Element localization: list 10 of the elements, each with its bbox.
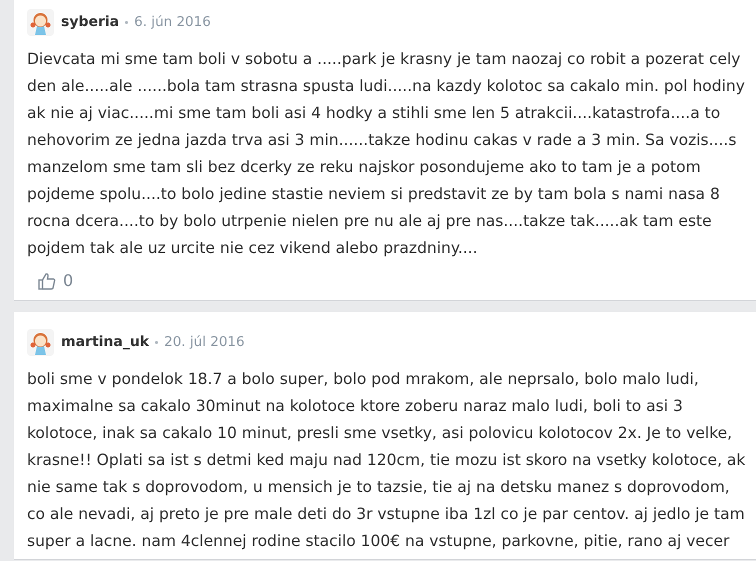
avatar-icon [27, 328, 54, 356]
like-count: 0 [63, 270, 74, 292]
thumbs-up-icon[interactable] [38, 272, 56, 290]
comment-text: boli sme v pondelok 18.7 a bolo super, bolo pod mrakom, ale neprsalo, bolo malo ludi, maximalne sa cakalo 30minut na kolotoce ktore zoberu naraz malo ludi, boli to asi 3 kolotoce, inak sa cakalo 10 minut, presli sme vsetky, asi polovicu kolotocov 2x. Je to velke, krasne!! Oplati sa ist s detmi ked maju nad 120cm, tie mozu ist skoro na vsetky kolotoce, ak nie same tak s doprovodom, u mensich je to tazsie, tie aj na detsku manez s doprovodom, co ale nevadi, aj preto je pre male deti do 3r vstupne iba 1zl co je par centov. aj jedlo je tam super a lacne. nam 4clennej rodine stacilo 100€ na vstupne, parkovne, pitie, rano aj vecer [27, 369, 746, 552]
comment-text: Dievcata mi sme tam boli v sobotu a .....park je krasny je tam naozaj co robit a pozerat cely den ale.....ale ......bola tam strasna spusta ludi.....na kazdy kolotoc sa cakalo min. pol hodiny ak nie aj viac.....mi sme tam boli asi 4 hodky a stihli sme len 5 atrakcii....katastrofa....a to nehovorim ze jedna jazda trva asi 3 min......takze hodinu cakas v rade a 3 min. Sa vozis....s manzelom sme tam sli bez dcerky ze reku najskor posondujeme ako to tam je a potom pojdeme spolu....to bolo jedine stastie neviem si predstavit ze by tam bola s nami nasa 8 rocna dcera....to by bolo utrpenie nielen pre nu ale aj pre nas....takze tak.....ak tam este pojdem tak ale uz urcite nie cez vikend alebo prazdniny.... [27, 49, 746, 259]
author-name[interactable]: martina_uk [61, 332, 150, 352]
comment-date: 20. júl 2016 [164, 332, 245, 352]
author-name[interactable]: syberia [61, 12, 120, 32]
avatar-icon [27, 8, 54, 36]
comment-date: 6. jún 2016 [134, 12, 211, 32]
